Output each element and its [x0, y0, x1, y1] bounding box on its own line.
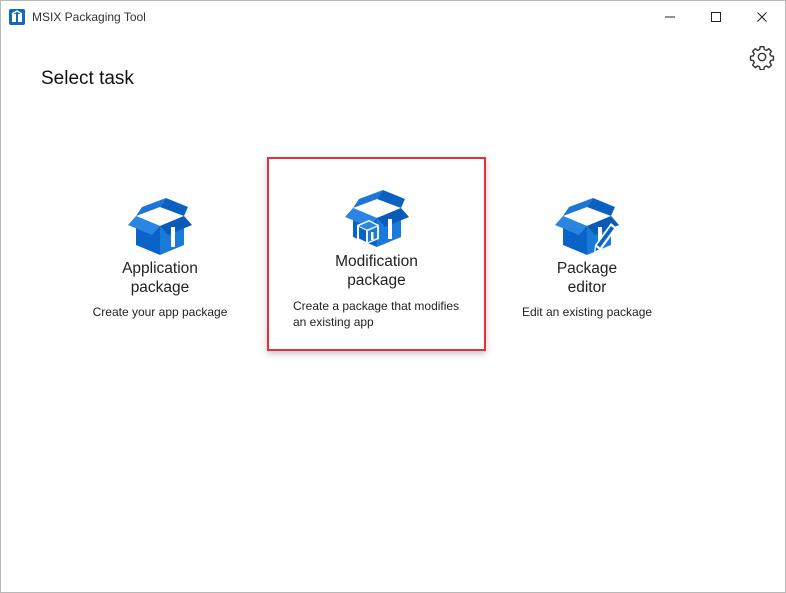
close-icon	[757, 11, 767, 22]
gear-icon	[749, 46, 775, 70]
page-title: Select task	[41, 68, 134, 89]
package-editor-icon	[479, 195, 695, 259]
modification-package-icon	[269, 187, 484, 251]
task-card-modification-package[interactable]: Modification package Create a package th…	[267, 157, 486, 351]
msix-app-icon	[9, 9, 25, 25]
title-bar: MSIX Packaging Tool	[1, 1, 785, 32]
maximize-button[interactable]	[693, 1, 739, 32]
task-title: Modification package	[335, 253, 418, 289]
minimize-icon	[665, 16, 675, 17]
task-description: Create your app package	[92, 305, 228, 319]
task-title: Application package	[122, 260, 198, 296]
settings-button[interactable]	[747, 42, 777, 72]
task-title: Package editor	[556, 260, 618, 296]
task-description: Edit an existing package	[521, 305, 653, 319]
window-title: MSIX Packaging Tool	[32, 10, 146, 24]
app-window: MSIX Packaging Tool Select task Applicat…	[0, 0, 786, 593]
task-card-application-package[interactable]: Application package Create your app pack…	[52, 159, 268, 349]
package-box-icon	[52, 195, 268, 259]
minimize-button[interactable]	[647, 1, 693, 32]
close-button[interactable]	[739, 1, 785, 32]
maximize-icon	[711, 11, 721, 22]
task-card-package-editor[interactable]: Package editor Edit an existing package	[479, 159, 695, 349]
task-description: Create a package that modifies an existi…	[293, 299, 460, 329]
